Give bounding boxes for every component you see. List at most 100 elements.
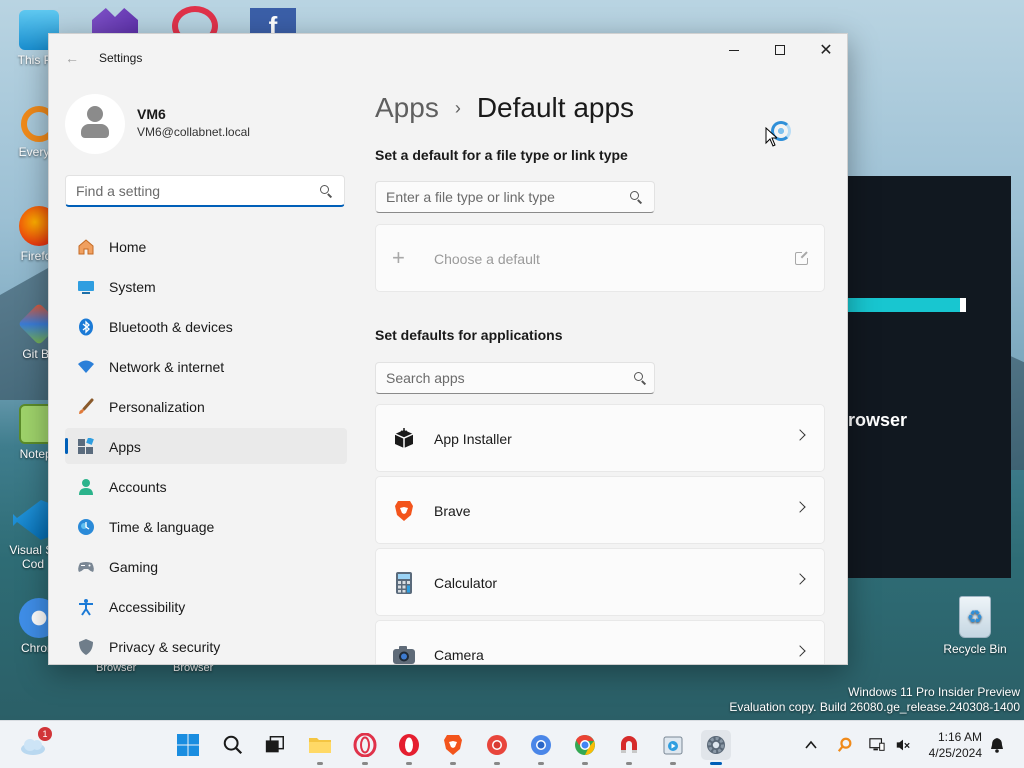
sidebar-item-privacy[interactable]: Privacy & security — [65, 628, 347, 664]
search-icon — [630, 191, 643, 204]
media-player-button[interactable] — [658, 730, 688, 765]
app-label: Brave — [434, 503, 471, 519]
desktop-icon-recycle-bin[interactable]: ♻ Recycle Bin — [942, 596, 1008, 656]
bluetooth-icon — [79, 318, 93, 336]
installer-progress-bar — [848, 298, 966, 312]
sidebar-item-time-language[interactable]: Time & language — [65, 508, 347, 544]
choose-default-label: Choose a default — [434, 251, 540, 267]
find-setting-input[interactable] — [76, 183, 306, 199]
clock-date: 4/25/2024 — [928, 746, 982, 760]
minimize-icon — [729, 49, 739, 51]
app-row-calculator[interactable]: Calculator — [375, 548, 825, 616]
opera-gx-button[interactable] — [350, 730, 380, 765]
profile-name: VM6 — [137, 106, 166, 122]
brave-button[interactable] — [438, 730, 468, 765]
running-indicator — [450, 762, 456, 765]
opera-button[interactable] — [394, 730, 424, 765]
breadcrumb-parent[interactable]: Apps — [375, 92, 439, 124]
running-indicator — [494, 762, 500, 765]
close-button[interactable]: ✕ — [803, 34, 847, 66]
app-label: App Installer — [434, 431, 512, 447]
notification-bell-icon[interactable] — [989, 737, 1005, 753]
background-window-text: rowser — [848, 410, 908, 430]
taskbar-clock[interactable]: 1:16 AM 4/25/2024 — [920, 729, 982, 761]
sidebar-item-label: System — [109, 279, 156, 295]
profile-email: VM6@collabnet.local — [137, 125, 250, 139]
magnet-app-button[interactable] — [614, 730, 644, 765]
sidebar-item-accessibility[interactable]: Accessibility — [65, 588, 347, 624]
monitor-icon — [78, 281, 94, 294]
app-row-camera[interactable]: Camera — [375, 620, 825, 664]
wifi-icon — [78, 360, 94, 373]
plus-icon: + — [392, 245, 405, 270]
running-indicator — [710, 762, 722, 765]
mouse-cursor-icon — [765, 127, 777, 147]
chrome-icon — [575, 734, 595, 755]
find-setting-field[interactable] — [65, 175, 345, 207]
settings-taskbar-button[interactable] — [701, 730, 731, 765]
app-label: Calculator — [434, 575, 498, 591]
avatar-head — [87, 106, 103, 122]
person-icon — [79, 479, 93, 495]
network-icon[interactable] — [868, 737, 886, 753]
start-button[interactable] — [173, 730, 203, 760]
sidebar-item-label: Accessibility — [109, 599, 186, 615]
everything-tray-icon[interactable] — [836, 737, 854, 753]
weather-widget[interactable]: 1 — [16, 727, 52, 760]
apps-search-input[interactable] — [386, 370, 616, 386]
chrome-button[interactable] — [570, 730, 600, 765]
sidebar-item-label: Apps — [109, 439, 141, 455]
file-type-section-title: Set a default for a file type or link ty… — [375, 147, 628, 163]
box-icon — [394, 428, 414, 448]
sidebar-item-apps[interactable]: Apps — [65, 428, 347, 464]
sidebar-item-label: Bluetooth & devices — [109, 319, 233, 335]
running-indicator — [626, 762, 632, 765]
sidebar-item-label: Accounts — [109, 479, 167, 495]
chevron-right-icon — [794, 573, 806, 585]
running-indicator — [362, 762, 368, 765]
search-icon — [223, 735, 243, 755]
breadcrumb: Apps › Default apps — [375, 92, 634, 124]
sidebar-item-home[interactable]: Home — [65, 228, 347, 264]
file-type-search-input[interactable] — [386, 189, 616, 205]
background-browser-window[interactable]: rowser — [848, 176, 1011, 578]
sidebar-item-system[interactable]: System — [65, 268, 347, 304]
sidebar-item-accounts[interactable]: Accounts — [65, 468, 347, 504]
sidebar-item-label: Network & internet — [109, 359, 225, 375]
user-profile[interactable]: VM6 VM6@collabnet.local — [65, 94, 335, 154]
file-explorer-button[interactable] — [305, 730, 335, 765]
start-icon — [177, 734, 199, 756]
brave-lion-icon — [395, 501, 413, 521]
chrome-beta-button[interactable] — [526, 730, 556, 765]
volume-muted-icon[interactable] — [894, 737, 912, 753]
sidebar-item-label: Personalization — [109, 399, 205, 415]
app-row-app-installer[interactable]: App Installer — [375, 404, 825, 472]
chromium-icon — [487, 735, 507, 755]
app-row-brave[interactable]: Brave — [375, 476, 825, 544]
chevron-right-icon — [794, 429, 806, 441]
title-bar[interactable]: ← Settings ✕ — [49, 34, 847, 80]
apps-section-title: Set defaults for applications — [375, 327, 563, 343]
opera-gx-icon — [353, 733, 377, 757]
back-arrow-icon[interactable]: ← — [65, 50, 81, 66]
calculator-icon — [396, 572, 412, 594]
maximize-button[interactable] — [757, 34, 803, 66]
sidebar-item-network[interactable]: Network & internet — [65, 348, 347, 384]
minimize-button[interactable] — [711, 34, 757, 66]
chevron-right-icon — [794, 645, 806, 657]
taskbar-search-button[interactable] — [218, 730, 248, 760]
task-view-button[interactable] — [260, 730, 290, 760]
file-type-search-field[interactable] — [375, 181, 655, 213]
settings-icon — [707, 736, 725, 754]
close-icon: ✕ — [819, 42, 833, 59]
task-view-icon — [265, 736, 284, 753]
chevron-up-icon[interactable] — [804, 737, 818, 753]
breadcrumb-separator: › — [454, 97, 461, 118]
sidebar-item-gaming[interactable]: Gaming — [65, 548, 347, 584]
sidebar-item-bluetooth[interactable]: Bluetooth & devices — [65, 308, 347, 344]
vscode-icon — [13, 500, 53, 540]
sidebar-item-personalization[interactable]: Personalization — [65, 388, 347, 424]
choose-default-card[interactable]: + Choose a default — [375, 224, 825, 292]
chromium-button[interactable] — [482, 730, 512, 765]
apps-search-field[interactable] — [375, 362, 655, 394]
